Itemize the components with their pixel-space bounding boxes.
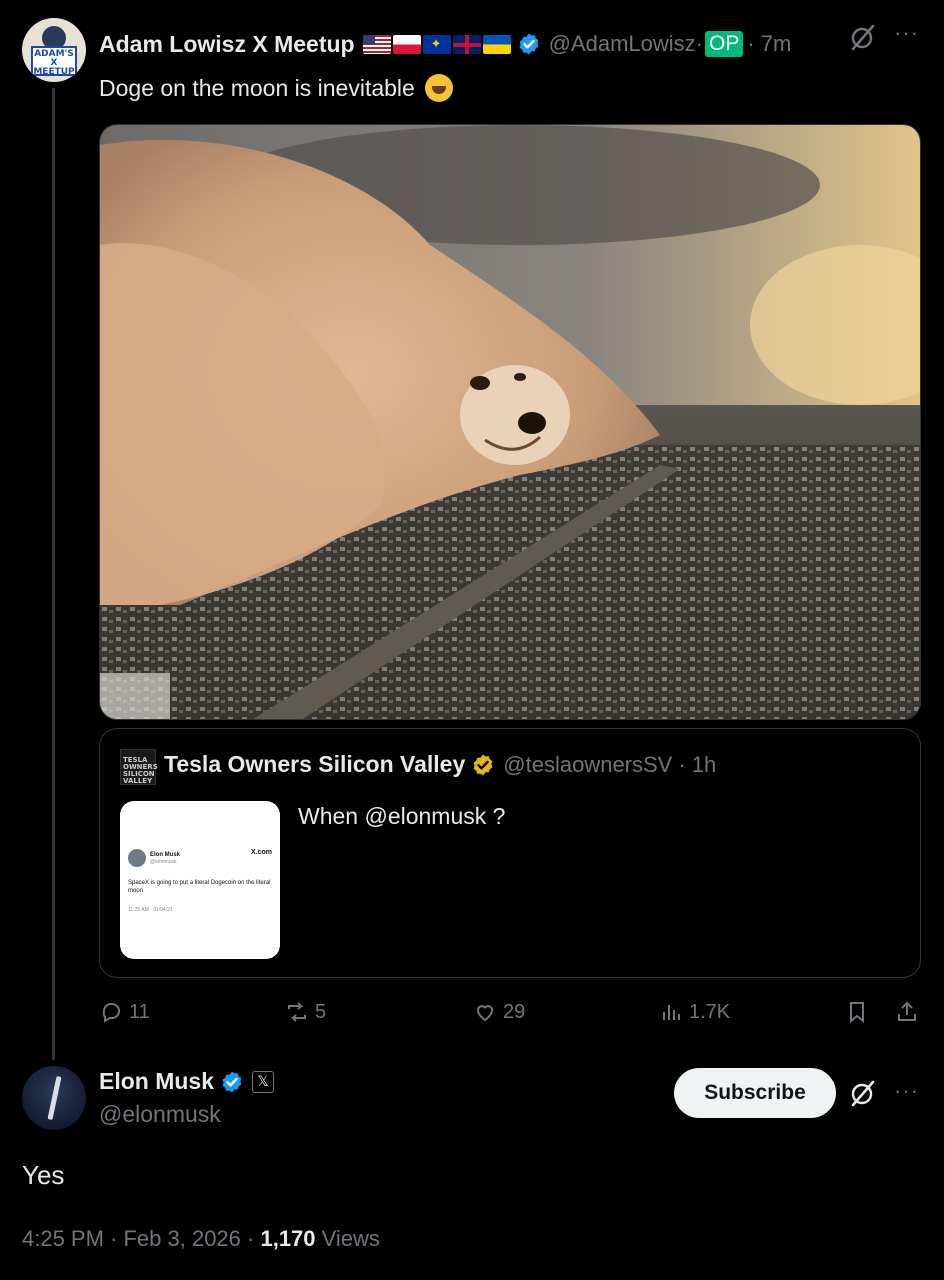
thumb-avatar bbox=[128, 849, 146, 867]
more-options-icon[interactable]: ··· bbox=[894, 1078, 919, 1104]
quoted-post-header: Tesla Owners Silicon Valley @teslaowners… bbox=[164, 751, 716, 778]
eu-flag-icon bbox=[422, 34, 451, 54]
author-handle[interactable]: @AdamLowisz· bbox=[549, 31, 703, 57]
verified-badge-icon[interactable] bbox=[517, 32, 541, 56]
reply-text: Yes bbox=[22, 1160, 65, 1190]
repost-button[interactable]: 5 bbox=[285, 1000, 326, 1024]
quoted-author-name[interactable]: Tesla Owners Silicon Valley bbox=[164, 751, 465, 778]
author-name[interactable]: Adam Lowisz X Meetup bbox=[99, 31, 355, 58]
thumb-site-label: X.com bbox=[250, 849, 272, 856]
bookmark-icon bbox=[850, 1002, 864, 1024]
x-affiliate-badge-icon[interactable]: 𝕏 bbox=[252, 1070, 275, 1093]
thread-connector bbox=[52, 88, 55, 1060]
post-image[interactable] bbox=[99, 124, 921, 720]
laughing-emoji-icon bbox=[425, 74, 454, 102]
views-label: Views bbox=[315, 1226, 380, 1251]
views-chart-icon bbox=[663, 1005, 680, 1020]
thumb-author-name: Elon Musk bbox=[150, 851, 181, 858]
repost-icon bbox=[288, 1002, 306, 1022]
poland-flag-icon bbox=[392, 34, 421, 54]
thumb-author-row: Elon Musk @elonmusk bbox=[128, 849, 180, 867]
like-button[interactable]: 29 bbox=[473, 1000, 525, 1024]
repost-count: 5 bbox=[315, 1000, 327, 1023]
ukraine-flag-icon bbox=[482, 34, 511, 54]
thumb-body-text: SpaceX is going to put a literal Dogecoi… bbox=[128, 880, 271, 894]
share-button[interactable] bbox=[895, 1000, 919, 1024]
share-icon bbox=[898, 1001, 916, 1021]
views-count: 1.7K bbox=[689, 1000, 731, 1023]
author-avatar[interactable]: ADAM'S X MEETUP bbox=[22, 18, 86, 82]
post-text-content: Doge on the moon is inevitable bbox=[99, 75, 415, 101]
quoted-post[interactable]: TESLA OWNERS SILICON VALLEY Tesla Owners… bbox=[99, 728, 921, 978]
action-bar: 11 5 29 1.7K bbox=[99, 1000, 921, 1032]
post-time[interactable]: · 7m bbox=[747, 31, 791, 57]
op-badge: OP bbox=[704, 31, 744, 57]
heart-icon bbox=[476, 1005, 494, 1022]
reply-button[interactable]: 11 bbox=[99, 1000, 150, 1024]
reply-header: Elon Musk 𝕏 bbox=[99, 1068, 275, 1095]
thumb-time: 11:25 AM · 01/04/21 bbox=[128, 907, 173, 913]
reply-author-name[interactable]: Elon Musk bbox=[99, 1068, 214, 1095]
post-timestamp[interactable]: 4:25 PM · Feb 3, 2026 · bbox=[22, 1226, 260, 1251]
quoted-image[interactable]: Elon Musk @elonmusk X.com SpaceX is goin… bbox=[120, 801, 280, 959]
reply-icon bbox=[102, 1003, 120, 1023]
doge-dust-storm-image bbox=[100, 125, 920, 719]
post-text: Doge on the moon is inevitable bbox=[99, 74, 454, 102]
uk-flag-icon bbox=[452, 34, 481, 54]
flag-emojis bbox=[362, 34, 511, 54]
more-options-icon[interactable]: ··· bbox=[894, 20, 919, 46]
post-metadata: 4:25 PM · Feb 3, 2026 · 1,170 Views bbox=[22, 1226, 380, 1252]
post-header: Adam Lowisz X Meetup @AdamLowisz· OP · 7… bbox=[99, 26, 791, 62]
us-flag-icon bbox=[362, 34, 391, 54]
verified-gold-badge-icon[interactable] bbox=[471, 753, 495, 777]
quoted-post-time[interactable]: · 1h bbox=[678, 752, 716, 778]
quoted-post-text: When @elonmusk ? bbox=[298, 803, 506, 829]
thumb-author-handle: @elonmusk bbox=[150, 858, 177, 865]
like-count: 29 bbox=[503, 1000, 526, 1023]
grok-icon[interactable] bbox=[848, 22, 878, 52]
quoted-author-handle[interactable]: @teslaownersSV bbox=[503, 752, 672, 778]
verified-badge-icon[interactable] bbox=[220, 1070, 244, 1094]
reply-count: 11 bbox=[129, 1000, 150, 1023]
bookmark-button[interactable] bbox=[845, 1000, 869, 1024]
avatar-sign-text: ADAM'S X MEETUP bbox=[31, 46, 77, 77]
reply-author-avatar[interactable] bbox=[22, 1066, 86, 1130]
grok-icon[interactable] bbox=[848, 1078, 878, 1108]
views-total: 1,170 bbox=[260, 1226, 316, 1251]
quoted-author-avatar[interactable]: TESLA OWNERS SILICON VALLEY bbox=[120, 749, 158, 785]
reply-author-handle[interactable]: @elonmusk bbox=[99, 1101, 221, 1128]
views-button[interactable]: 1.7K bbox=[659, 1000, 730, 1024]
subscribe-button[interactable]: Subscribe bbox=[674, 1068, 836, 1118]
